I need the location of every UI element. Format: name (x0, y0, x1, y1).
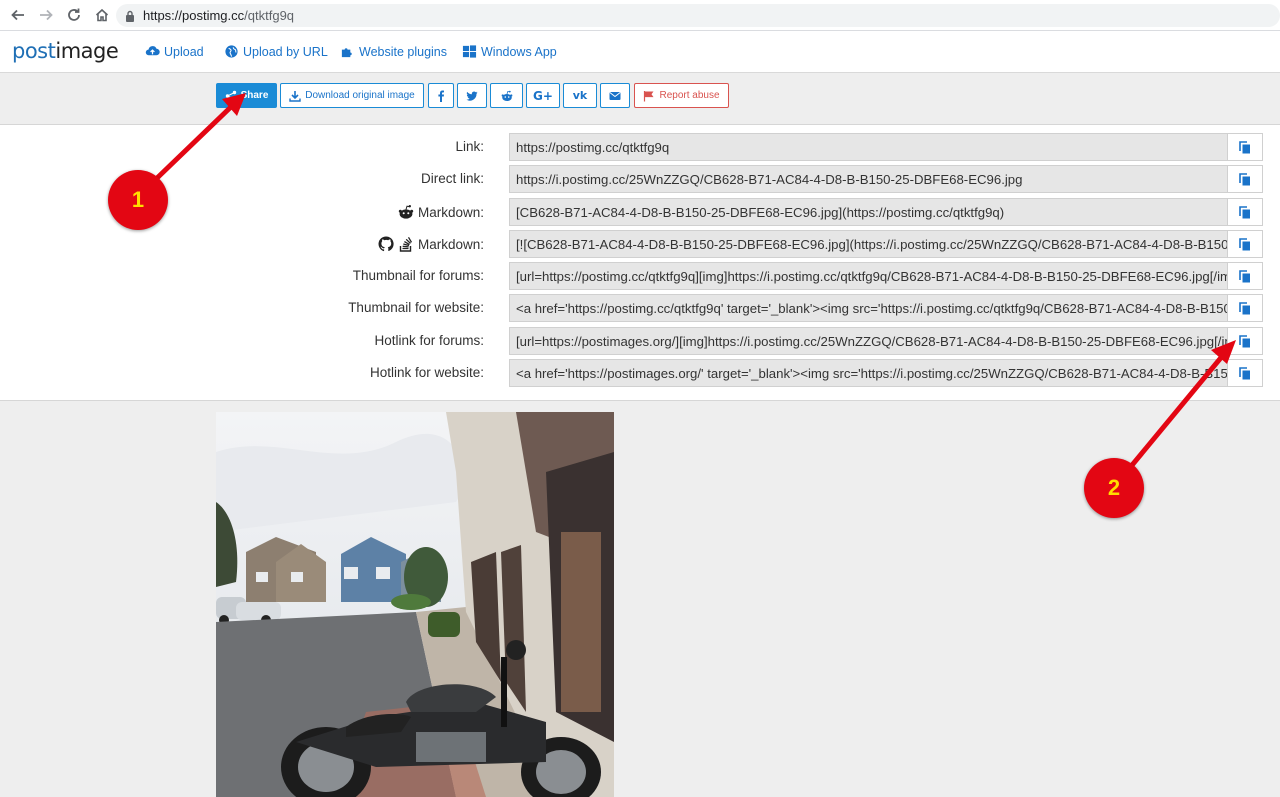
url-host: https://postimg.cc (143, 8, 245, 23)
lock-icon (126, 10, 134, 22)
nav-upload-by-url[interactable]: Upload by URL (224, 44, 328, 59)
email-icon (609, 91, 621, 100)
hotlink-website-row: Hotlink for website: <a href='https://po… (0, 359, 1280, 387)
copy-button[interactable] (1227, 359, 1263, 387)
links-panel: Link: https://postimg.cc/qtktfg9q Direct… (0, 125, 1280, 401)
annotation-marker-2: 2 (1084, 458, 1144, 518)
image-area (0, 401, 1280, 797)
copy-button[interactable] (1227, 165, 1263, 193)
download-icon (289, 90, 301, 102)
github-icon (378, 236, 394, 252)
thumbnail-forums-field[interactable]: [url=https://postimg.cc/qtktfg9q][img]ht… (509, 262, 1227, 290)
address-bar[interactable]: https://postimg.cc/qtktfg9q (116, 4, 1280, 27)
hotlink-forums-label: Hotlink for forums: (374, 333, 484, 348)
copy-button[interactable] (1227, 327, 1263, 355)
copy-button[interactable] (1227, 294, 1263, 322)
markdown-reddit-row: Markdown: [CB628-B71-AC84-4-D8-B-B150-25… (0, 198, 1280, 226)
facebook-button[interactable] (428, 83, 454, 108)
reddit-button[interactable] (490, 83, 523, 108)
copy-icon (1239, 334, 1250, 347)
copy-icon (1239, 366, 1250, 379)
back-button[interactable] (5, 2, 31, 28)
hotlink-website-label: Hotlink for website: (369, 365, 484, 380)
copy-icon (1239, 269, 1250, 282)
thumbnail-website-row: Thumbnail for website: <a href='https://… (0, 294, 1280, 322)
copy-icon (1239, 301, 1250, 314)
markdown-reddit-label: Markdown: (398, 204, 484, 220)
site-header: postimage Upload Upload by URL Website p… (0, 31, 1280, 73)
direct-link-field[interactable]: https://i.postimg.cc/25WnZZGQ/CB628-B71-… (509, 165, 1227, 193)
copy-icon (1239, 237, 1250, 250)
share-button[interactable]: Share (216, 83, 277, 108)
google-plus-icon: G+ (533, 88, 553, 103)
hotlink-website-field[interactable]: <a href='https://postimages.org/' target… (509, 359, 1227, 387)
thumbnail-forums-label: Thumbnail for forums: (352, 268, 484, 283)
google-plus-button[interactable]: G+ (526, 83, 560, 108)
link-field[interactable]: https://postimg.cc/qtktfg9q (509, 133, 1227, 161)
home-button[interactable] (89, 2, 115, 28)
thumbnail-website-field[interactable]: <a href='https://postimg.cc/qtktfg9q' ta… (509, 294, 1227, 322)
vk-button[interactable]: vk (563, 83, 597, 108)
twitter-icon (466, 90, 478, 101)
postimage-logo[interactable]: postimage (12, 39, 119, 63)
reddit-icon (398, 205, 414, 219)
report-abuse-button[interactable]: Report abuse (634, 83, 729, 108)
vk-icon: vk (572, 89, 588, 102)
twitter-button[interactable] (457, 83, 487, 108)
markdown-reddit-field[interactable]: [CB628-B71-AC84-4-D8-B-B150-25-DBFE68-EC… (509, 198, 1227, 226)
copy-icon (1239, 140, 1250, 153)
copy-button[interactable] (1227, 230, 1263, 258)
direct-link-label: Direct link: (420, 171, 484, 186)
url-path: /qtktfg9q (244, 8, 295, 23)
email-button[interactable] (600, 83, 630, 108)
forward-button[interactable] (33, 2, 59, 28)
reload-button[interactable] (61, 2, 87, 28)
share-toolbar: Share Download original image G+ vk Repo… (0, 73, 1280, 125)
windows-icon (462, 45, 477, 58)
stackoverflow-icon (399, 236, 413, 252)
browser-toolbar: https://postimg.cc/qtktfg9q (0, 0, 1280, 31)
thumbnail-forums-row: Thumbnail for forums: [url=https://posti… (0, 262, 1280, 290)
direct-link-row: Direct link: https://i.postimg.cc/25WnZZ… (0, 165, 1280, 193)
globe-icon (225, 45, 238, 58)
share-icon (225, 90, 236, 101)
nav-windows-app[interactable]: Windows App (462, 44, 557, 59)
puzzle-icon (341, 48, 352, 58)
arrow-right-icon (40, 9, 53, 21)
annotation-marker-1: 1 (108, 170, 168, 230)
copy-icon (1239, 172, 1250, 185)
markdown-github-field[interactable]: [![CB628-B71-AC84-4-D8-B-B150-25-DBFE68-… (509, 230, 1227, 258)
link-row: Link: https://postimg.cc/qtktfg9q (0, 133, 1280, 161)
uploaded-photo (216, 412, 614, 797)
link-label: Link: (455, 139, 484, 154)
flag-icon (644, 90, 654, 101)
thumbnail-website-label: Thumbnail for website: (348, 300, 484, 315)
home-icon (95, 8, 109, 22)
nav-upload[interactable]: Upload (145, 44, 204, 59)
hotlink-forums-row: Hotlink for forums: [url=https://postima… (0, 327, 1280, 355)
markdown-github-row: Markdown: [![CB628-B71-AC84-4-D8-B-B150-… (0, 230, 1280, 258)
reddit-icon (501, 90, 512, 101)
download-original-button[interactable]: Download original image (280, 83, 424, 108)
reload-icon (68, 8, 80, 21)
copy-icon (1239, 205, 1250, 218)
copy-button[interactable] (1227, 198, 1263, 226)
nav-website-plugins[interactable]: Website plugins (340, 44, 447, 59)
hotlink-forums-field[interactable]: [url=https://postimages.org/][img]https:… (509, 327, 1227, 355)
cloud-upload-icon (145, 46, 160, 56)
copy-button[interactable] (1227, 262, 1263, 290)
facebook-icon (438, 90, 444, 102)
copy-button[interactable] (1227, 133, 1263, 161)
markdown-github-label: Markdown: (378, 236, 484, 252)
arrow-left-icon (11, 9, 24, 21)
